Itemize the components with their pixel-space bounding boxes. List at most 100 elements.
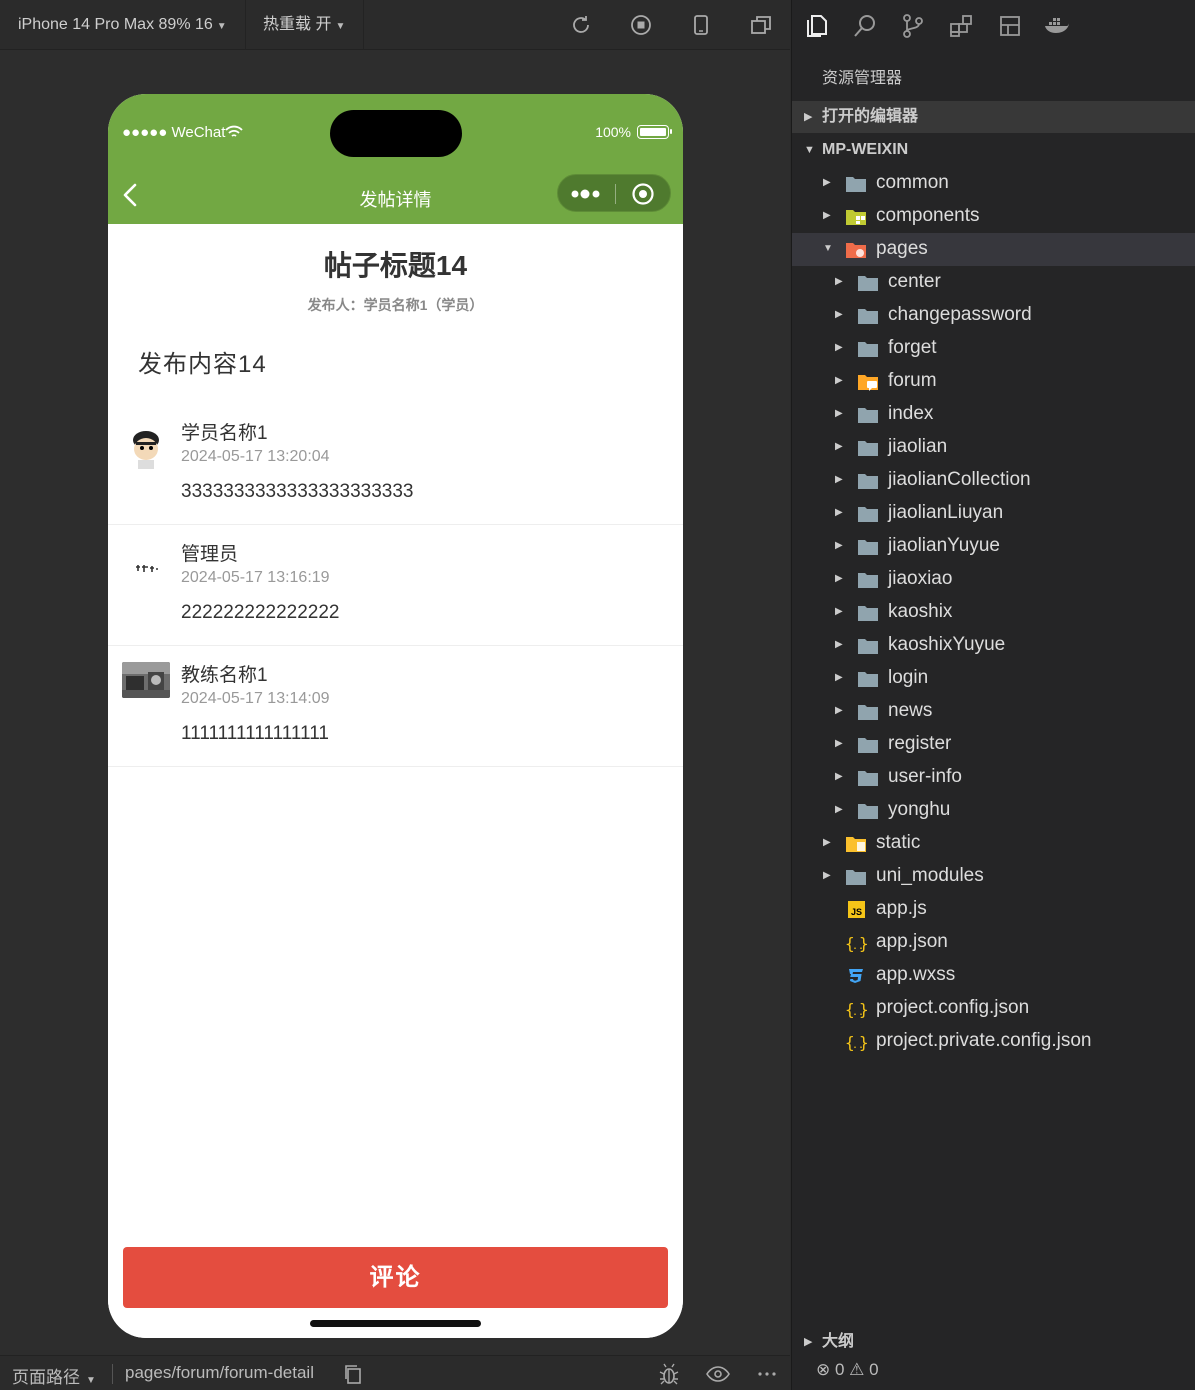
outline-section[interactable]: ▶ 大纲	[792, 1327, 1195, 1357]
page-path-label: 页面路径	[12, 1368, 80, 1387]
tree-item-static[interactable]: ▶ static	[792, 827, 1195, 860]
tree-item-forget[interactable]: ▶ forget	[792, 332, 1195, 365]
folder-icon	[857, 406, 879, 424]
explorer-pane: 资源管理器 ▶ 打开的编辑器 ▼ MP-WEIXIN ▶ common ▶ compo…	[791, 0, 1195, 1390]
folder-icon	[857, 736, 879, 754]
close-miniprogram-icon[interactable]	[631, 182, 655, 206]
tree-item-jiaolian[interactable]: ▶ jiaolian	[792, 431, 1195, 464]
explorer-title: 资源管理器	[822, 70, 903, 87]
stop-icon[interactable]	[629, 13, 653, 37]
tree-item-uni-modules[interactable]: ▶ uni_modules	[792, 860, 1195, 893]
folder-icon	[845, 241, 867, 259]
tree-item-yonghu[interactable]: ▶ yonghu	[792, 794, 1195, 827]
tree-item-kaoshixyuyue[interactable]: ▶ kaoshixYuyue	[792, 629, 1195, 662]
extensions-icon[interactable]	[947, 12, 975, 40]
page-path-value: pages/forum/forum-detail	[125, 1363, 314, 1382]
tree-item-app-json[interactable]: {}.. app.json	[792, 926, 1195, 959]
open-editors-section[interactable]: ▶ 打开的编辑器	[792, 101, 1195, 133]
new-window-icon[interactable]	[749, 13, 773, 37]
tree-item-label: app.js	[876, 898, 927, 919]
chevron-right-icon: ▶	[835, 375, 843, 386]
tree-item-label: common	[876, 172, 949, 193]
outline-label: 大纲	[822, 1333, 855, 1350]
status-bar: ●●●●● WeChat 100%	[108, 94, 683, 168]
project-section[interactable]: ▼ MP-WEIXIN	[792, 134, 1195, 166]
problems-status[interactable]: ⊗ 0 ⚠ 0	[816, 1360, 879, 1380]
tree-item-center[interactable]: ▶ center	[792, 266, 1195, 299]
more-icon[interactable]	[570, 185, 604, 203]
copy-icon[interactable]	[341, 1362, 365, 1386]
post-title: 帖子标题14	[323, 250, 468, 281]
tree-item-components[interactable]: ▶ components	[792, 200, 1195, 233]
simulator-toolbar: iPhone 14 Pro Max 89% 16 ▼ 热重载 开 ▼	[0, 0, 790, 50]
comment-item: 管理员 2024-05-17 13:16:19 222222222222222	[108, 525, 683, 646]
hotreload-selector[interactable]: 热重载 开 ▼	[245, 0, 365, 50]
dynamic-island	[330, 110, 462, 157]
tree-item-forum[interactable]: ▶ forum	[792, 365, 1195, 398]
tree-item-news[interactable]: ▶ news	[792, 695, 1195, 728]
tree-item-project-private-config-json[interactable]: {}.. project.private.config.json	[792, 1025, 1195, 1058]
chevron-right-icon: ▶	[823, 210, 831, 221]
tree-item-app-wxss[interactable]: app.wxss	[792, 959, 1195, 992]
folder-icon	[857, 802, 879, 820]
chevron-right-icon: ▶	[835, 507, 843, 518]
capsule-menu	[557, 174, 671, 212]
tree-item-jiaoliancollection[interactable]: ▶ jiaolianCollection	[792, 464, 1195, 497]
docker-icon[interactable]	[1043, 12, 1071, 40]
folder-icon	[845, 868, 867, 886]
comment-text: 222222222222222	[181, 602, 340, 623]
comment-item: 教练名称1 2024-05-17 13:14:09 11111111111111…	[108, 646, 683, 767]
avatar	[122, 662, 170, 698]
device-selector[interactable]: iPhone 14 Pro Max 89% 16 ▼	[0, 0, 246, 50]
tree-item-label: kaoshixYuyue	[888, 634, 1006, 655]
tree-item-label: app.wxss	[876, 964, 956, 985]
chevron-down-icon: ▼	[216, 21, 227, 32]
folder-icon	[857, 307, 879, 325]
chevron-right-icon: ▶	[835, 639, 843, 650]
comment-author: 教练名称1	[181, 665, 268, 686]
tree-item-jiaolianyuyue[interactable]: ▶ jiaolianYuyue	[792, 530, 1195, 563]
search-icon[interactable]	[851, 12, 879, 40]
post-body: 发布内容14	[138, 351, 267, 378]
svg-text:..: ..	[852, 941, 864, 952]
tree-item-common[interactable]: ▶ common	[792, 167, 1195, 200]
comment-text: 3333333333333333333333	[181, 481, 414, 502]
tree-item-label: forget	[888, 337, 937, 358]
tree-item-user-info[interactable]: ▶ user-info	[792, 761, 1195, 794]
page-content: 帖子标题14 发布人：学员名称1（学员） 发布内容14 学员名称1 2024-0…	[108, 224, 683, 1244]
more-icon[interactable]	[755, 1362, 779, 1386]
tree-item-label: jiaoxiao	[888, 568, 953, 589]
tree-item-project-config-json[interactable]: {}.. project.config.json	[792, 992, 1195, 1025]
folder-icon	[845, 175, 867, 193]
files-icon[interactable]	[803, 12, 831, 40]
tree-item-label: yonghu	[888, 799, 951, 820]
tree-item-label: jiaolianCollection	[888, 469, 1031, 490]
layout-icon[interactable]	[996, 12, 1024, 40]
tree-item-label: pages	[876, 238, 928, 259]
eye-icon[interactable]	[706, 1362, 730, 1386]
css-file-icon	[845, 967, 867, 985]
tree-item-register[interactable]: ▶ register	[792, 728, 1195, 761]
tree-item-label: uni_modules	[876, 865, 984, 886]
refresh-icon[interactable]	[569, 13, 593, 37]
tree-item-kaoshix[interactable]: ▶ kaoshix	[792, 596, 1195, 629]
chevron-down-icon: ▼	[804, 144, 815, 156]
tree-item-jiaoxiao[interactable]: ▶ jiaoxiao	[792, 563, 1195, 596]
comment-button[interactable]: 评论	[123, 1247, 668, 1308]
page-path-selector[interactable]: 页面路径 ▼	[12, 1363, 96, 1388]
tree-item-label: project.config.json	[876, 997, 1030, 1018]
tree-item-index[interactable]: ▶ index	[792, 398, 1195, 431]
tree-item-changepassword[interactable]: ▶ changepassword	[792, 299, 1195, 332]
comment-time: 2024-05-17 13:16:19	[181, 569, 330, 586]
tree-item-pages[interactable]: ▼ pages	[792, 233, 1195, 266]
tree-item-login[interactable]: ▶ login	[792, 662, 1195, 695]
chevron-right-icon: ▶	[835, 309, 843, 320]
folder-icon	[857, 472, 879, 490]
tree-item-app-js[interactable]: JS app.js	[792, 893, 1195, 926]
tree-item-label: login	[888, 667, 929, 688]
bug-icon[interactable]	[657, 1362, 681, 1386]
phone-icon[interactable]	[689, 13, 713, 37]
tree-item-jiaolianliuyan[interactable]: ▶ jiaolianLiuyan	[792, 497, 1195, 530]
chevron-right-icon: ▶	[835, 540, 843, 551]
source-control-icon[interactable]	[899, 12, 927, 40]
